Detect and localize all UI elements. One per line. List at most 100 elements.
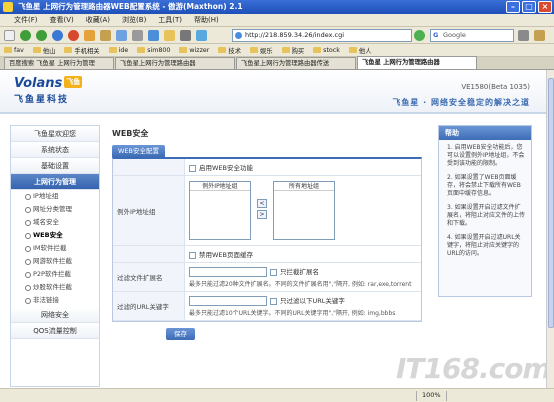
go-icon[interactable]	[414, 30, 425, 41]
all-groups-list-header: 所有地址组	[274, 182, 334, 191]
browser-tab[interactable]: 飞鱼星上网行为管理路由器传送	[236, 57, 356, 69]
close-button[interactable]: ×	[538, 1, 552, 13]
sidebar-item-system-status[interactable]: 系统状态	[11, 142, 99, 158]
favorite-folder[interactable]: stock	[313, 47, 340, 54]
favorites-icon[interactable]	[100, 30, 111, 41]
favorite-folder[interactable]: 手机相关	[64, 46, 100, 55]
menu-tools[interactable]: 工具(T)	[158, 15, 182, 25]
folder-icon	[4, 47, 12, 53]
browser-toolbar: http://218.859.34.26/index.cgi Google	[0, 27, 554, 44]
enable-web-security-checkbox[interactable]	[189, 164, 196, 172]
favorite-folder[interactable]: wizzer	[179, 47, 209, 54]
favorite-folder[interactable]: 他人	[348, 46, 371, 55]
folder-icon[interactable]	[164, 30, 175, 41]
url-hint: 最多只能过滤10个URL关键字。不同的URL关键字用","隔开, 例如: img…	[189, 310, 396, 317]
favorite-label: 购买	[291, 47, 305, 55]
gear-icon	[25, 245, 31, 252]
print-icon[interactable]	[180, 30, 191, 41]
scrollbar-thumb[interactable]	[548, 78, 554, 328]
sidebar-item-qos[interactable]: QOS流量控制	[11, 323, 99, 339]
search-input[interactable]: Google	[430, 29, 514, 42]
tools-icon[interactable]	[132, 30, 143, 41]
sidebar-item-welcome[interactable]: 飞鱼星欢迎您	[11, 126, 99, 142]
enable-web-security-label: 启用WEB安全功能	[199, 164, 253, 172]
forward-icon[interactable]	[36, 30, 47, 41]
exception-ip-list-header: 例外IP地址组	[190, 182, 250, 191]
mail-icon[interactable]	[148, 30, 159, 41]
vertical-scrollbar[interactable]	[546, 70, 554, 388]
status-bar: 100%	[0, 388, 554, 402]
favorite-folder[interactable]: 技术	[218, 46, 241, 55]
url-checkbox[interactable]	[270, 297, 277, 305]
folder-icon	[249, 47, 258, 53]
sidebar-sub-item[interactable]: P2P软件拦截	[11, 268, 99, 281]
history-icon[interactable]	[116, 30, 127, 41]
sidebar-sub-item[interactable]: 炒股软件拦截	[11, 281, 99, 294]
menu-browse[interactable]: 浏览(B)	[122, 15, 146, 25]
sidebar-sub-item[interactable]: 域名安全	[11, 216, 99, 229]
favorite-label: wizzer	[189, 46, 210, 54]
browser-tab[interactable]: 飞鱼星上网行为管理路由器	[115, 57, 235, 69]
sidebar-sub-item[interactable]: 网址分类管理	[11, 203, 99, 216]
gear-icon	[25, 193, 31, 200]
form-row: 过滤的URL关键字 只过滤以下URL关键字 最多只能过滤10个URL关键字。不同…	[113, 292, 421, 321]
folder-icon	[64, 47, 73, 53]
sidebar-sub-item[interactable]: 网游软件拦截	[11, 255, 99, 268]
refresh-icon[interactable]	[52, 30, 63, 41]
all-groups-list-body[interactable]	[274, 191, 334, 239]
tab-web-security-config[interactable]: WEB安全配置	[112, 145, 165, 157]
sidebar-item-network-security[interactable]: 网络安全	[11, 307, 99, 323]
browser-tab[interactable]: 百度搜索 飞鱼星 上网行为管理	[4, 57, 114, 69]
favorite-label: fav	[14, 46, 24, 54]
move-right-button[interactable]: >	[257, 210, 267, 219]
exception-ip-list-body[interactable]	[190, 191, 250, 239]
back-icon[interactable]	[20, 30, 31, 41]
favorite-folder[interactable]: ide	[108, 47, 128, 54]
sidebar-sub-item[interactable]: IM软件拦截	[11, 242, 99, 255]
browser-tab-active[interactable]: 飞鱼星 上网行为管理路由器	[357, 56, 477, 69]
favorite-folder[interactable]: 他山	[32, 46, 55, 55]
sidebar-item-behavior-management[interactable]: 上网行为管理	[11, 174, 99, 190]
minimize-button[interactable]: –	[506, 1, 520, 13]
pen-icon[interactable]	[534, 30, 545, 41]
all-groups-list[interactable]: 所有地址组	[273, 181, 335, 240]
new-page-icon[interactable]	[4, 30, 15, 41]
favorite-label: stock	[323, 46, 340, 54]
it168-watermark: IT168.com	[396, 352, 546, 385]
zoom-level[interactable]: 100%	[422, 389, 441, 402]
favorite-folder[interactable]: 娱乐	[249, 46, 273, 55]
menu-help[interactable]: 帮助(H)	[194, 15, 219, 25]
stop-icon[interactable]	[68, 30, 79, 41]
menu-view[interactable]: 查看(V)	[50, 15, 74, 25]
ext-input[interactable]	[189, 267, 267, 277]
favorite-folder[interactable]: fav	[4, 47, 24, 54]
save-button[interactable]: 保存	[166, 328, 195, 340]
sidebar-item-basic-settings[interactable]: 基础设置	[11, 158, 99, 174]
url-input[interactable]	[189, 296, 267, 306]
logo-cn: 飞鱼星科技	[14, 95, 70, 105]
address-bar[interactable]: http://218.859.34.26/index.cgi	[232, 29, 412, 42]
help-item: 1. 启用WEB安全功能后，您可以设置例外IP地址组，不会受到该功能的限制。	[447, 144, 525, 167]
block-cache-checkbox[interactable]	[189, 251, 196, 259]
maximize-button[interactable]: □	[522, 1, 536, 13]
sidebar-sub-item-web-security[interactable]: WEB安全	[11, 229, 99, 242]
home-icon[interactable]	[84, 30, 95, 41]
form-row: 启用WEB安全功能	[113, 159, 421, 176]
sidebar-sub-item[interactable]: IP地址组	[11, 190, 99, 203]
screen-icon[interactable]	[196, 30, 207, 41]
ext-checkbox[interactable]	[270, 268, 277, 276]
menu-file[interactable]: 文件(F)	[14, 15, 38, 25]
sidebar-sub-item[interactable]: 非法链接	[11, 294, 99, 307]
help-item: 4. 如果设置开启过滤URL关键字，将阻止对应关键字的URL的访问。	[447, 234, 521, 257]
exception-ip-list[interactable]: 例外IP地址组	[189, 181, 251, 240]
window-controls: – □ ×	[506, 1, 552, 13]
gear-icon	[25, 206, 31, 213]
sidebar-sub-label: IP地址组	[33, 192, 59, 200]
search-go-icon[interactable]	[518, 30, 529, 41]
ext-hint: 最多只能过滤20种文件扩展名。不同的文件扩展名用","隔开, 例如: rar,e…	[189, 281, 412, 288]
move-left-button[interactable]: <	[257, 199, 267, 208]
favorite-folder[interactable]: 购买	[281, 46, 305, 55]
menu-favorites[interactable]: 收藏(A)	[86, 15, 110, 25]
favorite-folder[interactable]: sim800	[137, 47, 170, 54]
favorite-label: 手机相关	[74, 47, 100, 55]
